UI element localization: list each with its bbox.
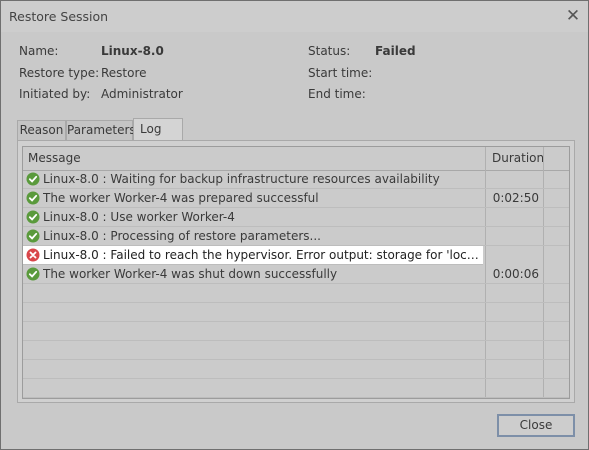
- initiated-by-label: Initiated by:: [19, 87, 91, 101]
- name-value: Linux-8.0: [101, 44, 164, 58]
- status-value: Failed: [375, 44, 416, 58]
- window-title: Restore Session: [9, 9, 109, 24]
- log-duration: 0:02:50: [492, 191, 539, 205]
- end-time-label: End time:: [308, 87, 366, 101]
- column-header-duration[interactable]: Duration: [492, 147, 544, 170]
- log-grid-header: Message Duration: [23, 147, 569, 171]
- log-row[interactable]: Linux-8.0 : Waiting for backup infrastru…: [23, 170, 569, 189]
- empty-row: [23, 303, 569, 322]
- initiated-by-value: Administrator: [101, 87, 183, 101]
- restore-session-window: Restore Session ✕ Name: Linux-8.0 Restor…: [0, 0, 589, 450]
- check-circle-icon: [26, 191, 40, 205]
- check-circle-icon: [26, 172, 40, 186]
- name-label: Name:: [19, 44, 59, 58]
- check-circle-icon: [26, 229, 40, 243]
- check-circle-icon: [26, 267, 40, 281]
- log-row[interactable]: Linux-8.0 : Processing of restore parame…: [23, 227, 569, 246]
- log-message: The worker Worker-4 was prepared success…: [43, 191, 319, 205]
- log-message: Linux-8.0 : Waiting for backup infrastru…: [43, 172, 440, 186]
- tab-parameters[interactable]: Parameters: [66, 120, 136, 140]
- empty-row: [23, 379, 569, 398]
- log-message: Linux-8.0 : Use worker Worker-4: [43, 210, 235, 224]
- log-message: The worker Worker-4 was shut down succes…: [43, 267, 338, 281]
- log-duration: 0:00:06: [492, 267, 539, 281]
- close-button[interactable]: Close: [497, 414, 575, 437]
- restore-type-label: Restore type:: [19, 66, 100, 80]
- restore-type-value: Restore: [101, 66, 147, 80]
- empty-row: [23, 341, 569, 360]
- log-row[interactable]: The worker Worker-4 was prepared success…: [23, 189, 569, 208]
- start-time-label: Start time:: [308, 66, 373, 80]
- log-row[interactable]: The worker Worker-4 was shut down succes…: [23, 265, 569, 284]
- column-header-message[interactable]: Message: [28, 147, 81, 170]
- error-circle-icon: [26, 248, 40, 262]
- log-grid: Message Duration Linux-8.0 : Waiting for…: [22, 146, 570, 399]
- log-tab-panel: Message Duration Linux-8.0 : Waiting for…: [17, 140, 575, 403]
- log-row[interactable]: Linux-8.0 : Failed to reach the hypervis…: [23, 246, 483, 265]
- check-circle-icon: [26, 210, 40, 224]
- empty-row: [23, 284, 569, 303]
- log-message: Linux-8.0 : Failed to reach the hypervis…: [43, 248, 479, 262]
- log-row[interactable]: Linux-8.0 : Use worker Worker-4: [23, 208, 569, 227]
- title-bar: Restore Session ✕: [1, 1, 588, 32]
- close-icon[interactable]: ✕: [563, 6, 583, 26]
- empty-row: [23, 322, 569, 341]
- status-label: Status:: [308, 44, 351, 58]
- tab-log[interactable]: Log: [133, 118, 183, 141]
- tab-reason[interactable]: Reason: [17, 120, 66, 140]
- log-message: Linux-8.0 : Processing of restore parame…: [43, 229, 321, 243]
- empty-row: [23, 360, 569, 379]
